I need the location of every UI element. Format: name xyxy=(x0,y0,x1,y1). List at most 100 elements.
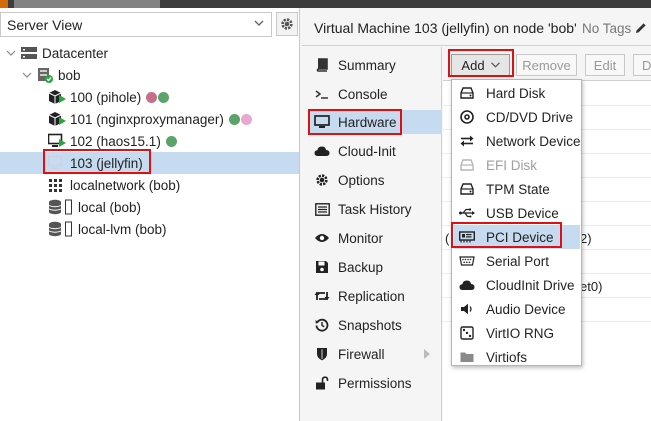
hardware-toolbar: Add Remove Edit D xyxy=(443,47,651,81)
usb-icon xyxy=(459,205,475,221)
collapse-icon[interactable] xyxy=(6,48,16,58)
table-cell: ( xyxy=(445,231,450,246)
chevron-down-icon xyxy=(254,20,264,26)
menu-item-tpm-state[interactable]: TPM State xyxy=(454,177,580,201)
subnav-item-backup[interactable]: Backup xyxy=(308,255,442,279)
tree-item-label: local-lvm (bob) xyxy=(78,221,167,237)
menu-item-label: TPM State xyxy=(486,181,550,197)
cloud-icon xyxy=(459,277,475,293)
tree-item-vm-103[interactable]: 103 (jellyfin) xyxy=(0,152,299,174)
tree-item-vm-100[interactable]: 100 (pihole) xyxy=(0,86,299,108)
subnav-label: Hardware xyxy=(338,114,397,130)
menu-item-cd-dvd-drive[interactable]: CD/DVD Drive xyxy=(454,105,580,129)
tag-dot xyxy=(165,135,177,147)
gear-icon xyxy=(314,172,330,188)
floppy-icon xyxy=(314,259,330,275)
subnav-label: Replication xyxy=(338,288,405,304)
vm-running-icon xyxy=(48,111,66,127)
tree-item-label: 103 (jellyfin) xyxy=(70,155,143,171)
menu-item-audio-device[interactable]: Audio Device xyxy=(454,297,580,321)
menu-item-virtio-rng[interactable]: VirtIO RNG xyxy=(454,321,580,345)
page-title: Virtual Machine 103 (jellyfin) on node '… xyxy=(314,20,577,36)
menu-item-cloudinit-drive[interactable]: CloudInit Drive xyxy=(454,273,580,297)
tag-dot xyxy=(158,91,170,103)
subnav-label: Summary xyxy=(338,57,396,73)
subnav-item-monitor[interactable]: Monitor xyxy=(308,226,442,250)
subnav-item-options[interactable]: Options xyxy=(308,168,442,192)
retweet-icon xyxy=(314,288,330,304)
menu-item-serial-port[interactable]: Serial Port xyxy=(454,249,580,273)
menu-item-pci-device[interactable]: PCI Device xyxy=(454,225,580,249)
menu-item-usb-device[interactable]: USB Device xyxy=(454,201,580,225)
subnav-item-snapshots[interactable]: Snapshots xyxy=(308,313,442,337)
terminal-icon xyxy=(314,86,330,102)
subnav-label: Console xyxy=(338,86,388,102)
tree-item-label: localnetwork (bob) xyxy=(70,177,181,193)
cloud-icon xyxy=(314,143,330,159)
menu-item-label: VirtIO RNG xyxy=(486,325,555,341)
menu-item-label: Hard Disk xyxy=(486,85,546,101)
dice-icon xyxy=(459,325,475,341)
add-hardware-menu: Hard Disk CD/DVD Drive Network Device EF… xyxy=(451,79,582,366)
menu-item-label: Audio Device xyxy=(486,301,566,317)
resource-tree-panel: Server View Datacenter bob 100 (pihole) … xyxy=(0,8,300,421)
exchange-icon xyxy=(459,133,475,149)
tags-label: No Tags xyxy=(582,21,632,36)
collapse-icon[interactable] xyxy=(22,70,32,80)
tag-dot xyxy=(228,113,240,125)
add-button[interactable]: Add xyxy=(451,54,510,76)
vm-running-icon xyxy=(48,89,66,105)
table-cell: et0) xyxy=(580,279,603,294)
menu-item-virtiofs[interactable]: Virtiofs xyxy=(454,345,580,369)
subnav-item-firewall[interactable]: Firewall xyxy=(308,342,442,366)
tree-item-node-bob[interactable]: bob xyxy=(0,64,299,86)
tree-item-vm-101[interactable]: 101 (nginxproxymanager) xyxy=(0,108,299,130)
cdrom-icon xyxy=(459,109,475,125)
gear-icon xyxy=(281,18,293,30)
app-logo-strip xyxy=(0,0,651,8)
book-icon xyxy=(314,57,330,73)
tag-dot xyxy=(240,113,252,125)
menu-item-hard-disk[interactable]: Hard Disk xyxy=(454,81,580,105)
tree-item-storage-local-lvm[interactable]: local-lvm (bob) xyxy=(0,218,299,240)
vm-monitor-running-icon xyxy=(47,133,66,149)
subnav-item-cloud-init[interactable]: Cloud-Init xyxy=(308,139,442,163)
menu-item-network-device[interactable]: Network Device xyxy=(454,129,581,153)
eye-icon xyxy=(314,230,330,246)
tree-settings-button[interactable] xyxy=(276,12,298,36)
expand-arrow-icon[interactable] xyxy=(424,349,430,359)
tree-item-storage-local[interactable]: local (bob) xyxy=(0,196,299,218)
chevron-down-icon xyxy=(490,62,500,68)
subnav-item-summary[interactable]: Summary xyxy=(308,53,442,77)
volume-icon xyxy=(459,301,475,317)
menu-item-label: EFI Disk xyxy=(486,157,538,173)
subnav-item-task-history[interactable]: Task History xyxy=(308,197,442,221)
tree-item-localnetwork[interactable]: localnetwork (bob) xyxy=(0,174,299,196)
disk-action-button[interactable]: D xyxy=(633,54,651,76)
remove-button[interactable]: Remove xyxy=(516,54,577,76)
tree-item-vm-102[interactable]: 102 (haos15.1) xyxy=(0,130,299,152)
serial-port-icon xyxy=(459,253,475,269)
menu-item-label: Network Device xyxy=(486,133,581,149)
subnav-item-replication[interactable]: Replication xyxy=(308,284,442,308)
desktop-icon xyxy=(314,114,330,130)
edit-button[interactable]: Edit xyxy=(585,54,625,76)
hdd-icon xyxy=(459,85,475,101)
tree-item-datacenter[interactable]: Datacenter xyxy=(0,42,299,64)
subnav-label: Monitor xyxy=(338,230,384,246)
subnav-item-hardware[interactable]: Hardware xyxy=(308,110,442,134)
pencil-icon[interactable] xyxy=(635,22,647,34)
tag-dot xyxy=(146,91,158,103)
view-selector[interactable]: Server View xyxy=(0,12,272,37)
tree-item-label: 102 (haos15.1) xyxy=(70,133,161,149)
subnav-label: Task History xyxy=(338,201,412,217)
subnav-item-console[interactable]: Console xyxy=(308,82,442,106)
tree-item-label: Datacenter xyxy=(42,45,109,61)
menu-item-label: CloudInit Drive xyxy=(486,277,575,293)
subnav-label: Firewall xyxy=(338,346,385,362)
pci-card-icon xyxy=(459,229,475,245)
menu-item-label: Virtiofs xyxy=(486,349,528,365)
subnav-item-permissions[interactable]: Permissions xyxy=(308,371,442,395)
storage-database-icon xyxy=(48,221,74,237)
remove-button-label: Remove xyxy=(522,57,571,73)
